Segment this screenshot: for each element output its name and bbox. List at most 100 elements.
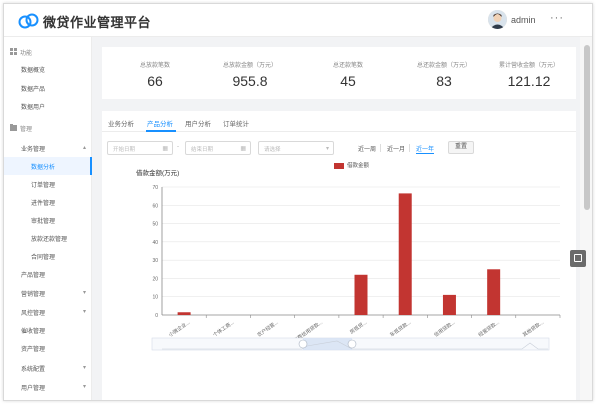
data-zoom-left-handle[interactable] bbox=[298, 339, 308, 349]
stat-value: 45 bbox=[340, 73, 356, 89]
tab-3[interactable]: 用户分析 bbox=[185, 118, 211, 128]
stats-card: 总放款笔数 66 总放款金额（万元） 955.8 总还款笔数 45 总还款金额（万元） 83 累… bbox=[102, 47, 576, 99]
sidebar-item[interactable]: 合同管理 bbox=[4, 247, 92, 265]
chart-legend[interactable]: 借款金额 bbox=[334, 161, 369, 169]
chevron-down-icon: ▾ bbox=[82, 384, 86, 390]
sidebar-item-label: 进件管理 bbox=[31, 201, 56, 207]
date-range-separator: - bbox=[177, 144, 179, 150]
data-zoom-window[interactable] bbox=[303, 338, 352, 350]
stat-item: 累计营收金额（万元） 121.12 bbox=[489, 47, 569, 89]
legend-label: 借款金额 bbox=[347, 163, 370, 169]
tab-bar: 业务分析 产品分析 用户分析 订单统计 bbox=[102, 111, 576, 132]
x-tick-label: 信用贷款... bbox=[433, 319, 457, 339]
sidebar-item[interactable]: 系统配置 ▾ bbox=[4, 359, 92, 377]
reset-button[interactable]: 重置 bbox=[448, 141, 474, 154]
app-title: 微贷作业管理平台 bbox=[43, 15, 152, 30]
chevron-down-icon: ▾ bbox=[82, 290, 86, 296]
y-tick-label: 70 bbox=[152, 185, 158, 191]
sidebar-item-label: 审批管理 bbox=[31, 219, 56, 225]
page-scrollbar[interactable] bbox=[580, 37, 592, 400]
sidebar-item[interactable]: 数据产品 bbox=[4, 79, 92, 97]
stat-item: 总放款笔数 66 bbox=[115, 47, 195, 89]
quick-range-month[interactable]: 近一月 bbox=[387, 144, 405, 153]
x-tick-label: 经营贷款... bbox=[477, 319, 501, 339]
sidebar-item-label: 数据概览 bbox=[21, 68, 46, 74]
divider bbox=[380, 144, 381, 152]
stat-value: 83 bbox=[436, 73, 452, 89]
end-date-input[interactable]: 结束日期 ▦ bbox=[185, 141, 251, 155]
sidebar-item-label: 合同管理 bbox=[31, 255, 56, 261]
sidebar-item-label: 数据分析 bbox=[31, 165, 56, 171]
tab-1[interactable]: 业务分析 bbox=[108, 118, 134, 128]
y-tick-label: 0 bbox=[155, 313, 158, 319]
stat-item: 总还款笔数 45 bbox=[308, 47, 388, 89]
grid-icon bbox=[10, 48, 17, 55]
sidebar-item-label: 营销管理 bbox=[21, 292, 46, 298]
tab-4[interactable]: 订单统计 bbox=[223, 118, 249, 128]
x-tick-label: 车抵贷款... bbox=[389, 319, 413, 339]
stat-label: 总放款笔数 bbox=[139, 63, 170, 69]
sidebar-item[interactable]: 放款还款管理 bbox=[4, 229, 92, 247]
sidebar-item[interactable]: 风控管理 ▾ bbox=[4, 303, 92, 321]
analysis-panel: 业务分析 产品分析 用户分析 订单统计 开始日期 ▦ - 结束日期 ▦ 请选择 ▾ 近… bbox=[102, 111, 576, 400]
sidebar-item[interactable]: 进件管理 bbox=[4, 193, 92, 211]
sidebar-item-label: 放款还款管理 bbox=[31, 237, 68, 243]
data-zoom-right-handle[interactable] bbox=[347, 339, 357, 349]
bar[interactable] bbox=[398, 193, 412, 315]
sidebar-item-label: 资产管理 bbox=[21, 347, 46, 353]
user-avatar-icon bbox=[488, 10, 507, 29]
sidebar-item[interactable]: 用户管理 ▾ bbox=[4, 378, 92, 396]
x-tick-label: 农户经营... bbox=[256, 319, 280, 339]
sidebar-item[interactable]: 订单管理 bbox=[4, 175, 92, 193]
sidebar-item[interactable]: 数据用户 bbox=[4, 97, 92, 115]
chevron-down-icon: ▾ bbox=[82, 309, 86, 315]
feedback-button[interactable] bbox=[570, 250, 586, 267]
sidebar-item[interactable]: 资产管理 bbox=[4, 339, 92, 357]
divider bbox=[409, 144, 410, 152]
sidebar-item-label: 系统配置 bbox=[21, 367, 46, 373]
bar[interactable] bbox=[354, 274, 368, 315]
bar[interactable] bbox=[442, 294, 456, 315]
stat-label: 总放款金额（万元） bbox=[222, 63, 277, 69]
logo-icon bbox=[18, 13, 39, 29]
bar[interactable] bbox=[487, 269, 501, 315]
product-select[interactable]: 请选择 ▾ bbox=[258, 141, 334, 155]
sidebar-item: 管理 bbox=[4, 119, 92, 137]
sidebar-item[interactable]: 产品管理 bbox=[4, 265, 92, 283]
y-tick-label: 50 bbox=[152, 222, 158, 228]
sidebar-item-label: 数据产品 bbox=[21, 87, 46, 93]
tab-active-indicator bbox=[146, 130, 176, 132]
legend-swatch bbox=[334, 162, 344, 169]
chevron-down-icon: ▾ bbox=[82, 365, 86, 371]
sidebar-item[interactable]: 催收管理 bbox=[4, 321, 92, 339]
calendar-icon: ▦ bbox=[162, 146, 168, 152]
stat-label: 总还款金额（万元） bbox=[416, 63, 471, 69]
product-select-placeholder: 请选择 bbox=[264, 147, 281, 153]
y-tick-label: 40 bbox=[152, 240, 158, 246]
sidebar: 功能 数据概览 数据产品 数据用户 管理 业务管理 ▴ 数据分析 订单管理 进件管理 审批管理 放款还… bbox=[4, 37, 92, 400]
sidebar-item[interactable]: 数据分析 bbox=[4, 157, 92, 175]
scrollbar-thumb[interactable] bbox=[584, 45, 590, 210]
sidebar-item-label: 用户管理 bbox=[21, 386, 46, 392]
sidebar-item[interactable]: 业务管理 ▴ bbox=[4, 139, 92, 157]
stat-value: 66 bbox=[147, 73, 163, 89]
sidebar-item[interactable]: 数据概览 bbox=[4, 60, 92, 78]
bar[interactable] bbox=[177, 312, 191, 315]
quick-range-year[interactable]: 近一年 bbox=[416, 144, 435, 154]
calendar-icon: ▦ bbox=[240, 146, 246, 152]
user-name[interactable]: admin bbox=[511, 15, 536, 25]
start-date-input[interactable]: 开始日期 ▦ bbox=[107, 141, 173, 155]
sidebar-item[interactable]: 营销管理 ▾ bbox=[4, 284, 92, 302]
more-icon[interactable]: ··· bbox=[550, 12, 564, 24]
y-tick-label: 10 bbox=[152, 295, 158, 301]
chevron-up-icon: ▴ bbox=[82, 145, 86, 151]
quick-range-week[interactable]: 近一周 bbox=[358, 144, 376, 153]
x-tick-label: 其他贷款... bbox=[521, 319, 545, 339]
x-tick-label: 个体工商... bbox=[212, 319, 236, 339]
sidebar-item-label: 订单管理 bbox=[31, 183, 56, 189]
stat-value: 955.8 bbox=[232, 73, 268, 89]
chat-icon bbox=[574, 254, 582, 262]
sidebar-item[interactable]: 审批管理 bbox=[4, 211, 92, 229]
avatar[interactable] bbox=[488, 10, 507, 29]
tab-2[interactable]: 产品分析 bbox=[147, 118, 173, 128]
